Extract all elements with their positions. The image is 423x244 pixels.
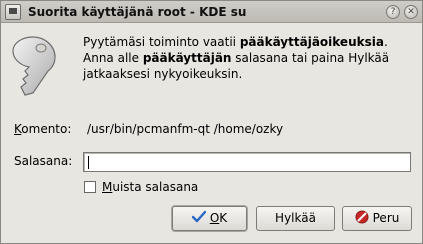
- help-button[interactable]: ?: [386, 5, 400, 19]
- reject-button[interactable]: Hylkää: [256, 206, 335, 231]
- kdesu-dialog: Suorita käyttäjänä root - KDE su ? ✕ Pyy…: [0, 0, 423, 244]
- text-caret: [88, 156, 89, 169]
- key-icon: [12, 36, 56, 96]
- app-monitor-icon[interactable]: [5, 4, 21, 20]
- password-input[interactable]: [83, 152, 411, 172]
- permission-message: Pyytämäsi toiminto vaatii pääkäyttäjäoik…: [83, 34, 413, 82]
- checkmark-icon: [191, 210, 206, 223]
- cancel-button[interactable]: Peru: [342, 206, 412, 231]
- message-line-2: Anna alle pääkäyttäjän salasana tai pain…: [83, 51, 390, 65]
- message-line-1: Pyytämäsi toiminto vaatii pääkäyttäjäoik…: [83, 35, 388, 49]
- ok-button[interactable]: OK: [172, 206, 247, 231]
- cancel-icon: [355, 210, 369, 224]
- password-label: Salasana:: [14, 154, 73, 168]
- message-line-3: jatkaaksesi nykyoikeuksin.: [83, 67, 243, 81]
- remember-password-checkbox[interactable]: [84, 181, 96, 193]
- remember-password-label[interactable]: Muista salasana: [102, 180, 198, 194]
- close-button[interactable]: ✕: [404, 5, 418, 19]
- title-bar[interactable]: Suorita käyttäjänä root - KDE su ? ✕: [1, 1, 422, 23]
- command-value: /usr/bin/pcmanfm-qt /home/ozky: [87, 122, 284, 136]
- command-label: Komento:: [14, 122, 72, 136]
- window-title: Suorita käyttäjänä root - KDE su: [28, 5, 247, 19]
